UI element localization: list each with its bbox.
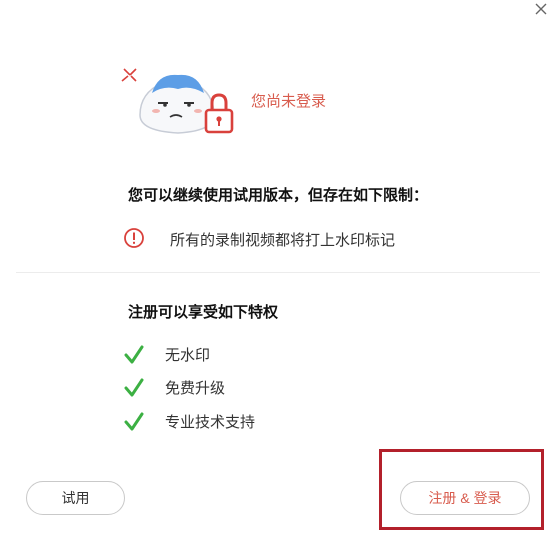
- perks-title: 注册可以享受如下特权: [128, 303, 279, 321]
- perk-label: 无水印: [165, 346, 211, 364]
- warning-circle-icon: [124, 228, 144, 248]
- perk-item: 专业技术支持: [122, 409, 382, 435]
- register-login-button[interactable]: 注册 & 登录: [400, 481, 530, 515]
- mascot-illustration: [121, 68, 234, 134]
- section-divider: [16, 272, 540, 273]
- login-status-text: 您尚未登录: [251, 92, 327, 110]
- limitation-item: 所有的录制视频都将打上水印标记: [170, 231, 396, 249]
- anger-mark-icon: [121, 68, 137, 82]
- close-icon[interactable]: [532, 0, 550, 18]
- check-icon: [124, 345, 144, 364]
- check-icon: [124, 378, 144, 397]
- check-icon: [124, 412, 144, 431]
- perk-item: 无水印: [122, 342, 382, 368]
- trial-button[interactable]: 试用: [26, 481, 125, 515]
- perk-label: 专业技术支持: [165, 413, 256, 431]
- perk-label: 免费升级: [165, 379, 226, 397]
- perk-item: 免费升级: [122, 375, 382, 401]
- limitations-title: 您可以继续使用试用版本，但存在如下限制：: [128, 186, 429, 204]
